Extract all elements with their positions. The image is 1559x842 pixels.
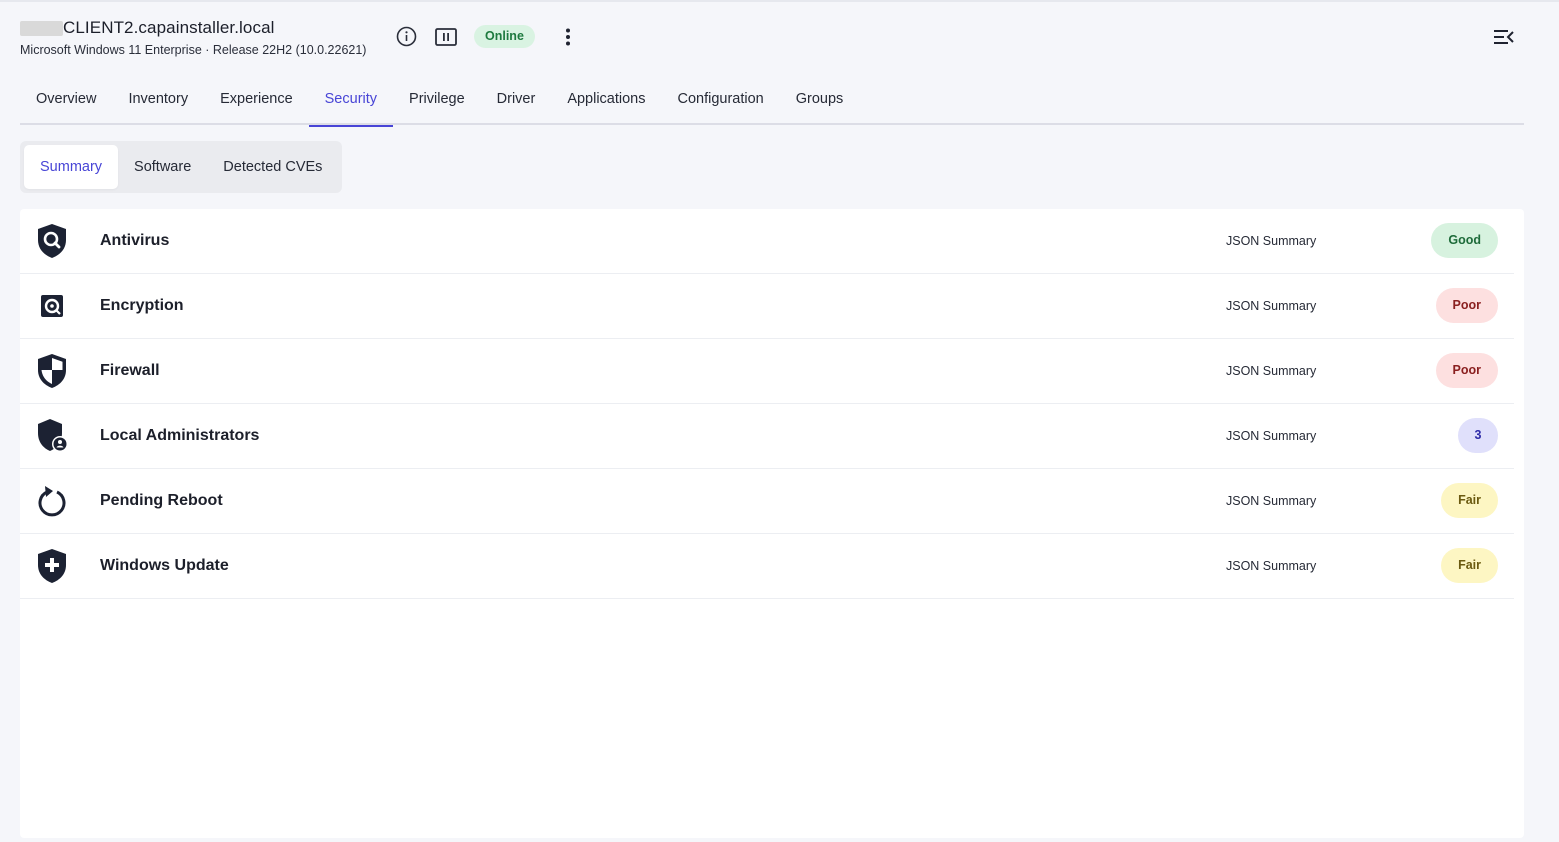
tab-inventory[interactable]: Inventory	[112, 80, 204, 125]
collapse-panel-icon[interactable]	[1492, 27, 1516, 47]
count-badge: 3	[1458, 418, 1498, 453]
item-label: Firewall	[100, 362, 160, 379]
status-badge: Poor	[1435, 288, 1498, 323]
json-summary-link[interactable]: JSON Summary	[1226, 339, 1316, 403]
disk-encryption-icon	[36, 287, 68, 325]
header-actions: Online	[395, 25, 579, 48]
tab-privilege[interactable]: Privilege	[393, 80, 481, 125]
tab-configuration[interactable]: Configuration	[662, 80, 780, 125]
list-item-encryption[interactable]: Encryption JSON Summary Poor	[20, 274, 1514, 339]
status-badge: Fair	[1441, 548, 1498, 583]
list-item-antivirus[interactable]: Antivirus JSON Summary Good	[20, 209, 1514, 274]
admin-shield-user-icon	[36, 417, 68, 455]
status-badge: Good	[1431, 223, 1498, 258]
windows-update-shield-plus-icon	[36, 547, 68, 585]
item-label: Pending Reboot	[100, 492, 223, 509]
list-item-windows-update[interactable]: Windows Update JSON Summary Fair	[20, 534, 1514, 599]
subtab-summary[interactable]: Summary	[24, 145, 119, 189]
json-summary-link[interactable]: JSON Summary	[1226, 469, 1316, 533]
json-summary-link[interactable]: JSON Summary	[1226, 274, 1316, 338]
antivirus-shield-search-icon	[36, 222, 68, 260]
firewall-shield-icon	[36, 352, 68, 390]
security-list: Antivirus JSON Summary Good Encryption J…	[20, 209, 1514, 599]
item-label: Windows Update	[100, 557, 229, 574]
json-summary-link[interactable]: JSON Summary	[1226, 534, 1316, 598]
top-border	[0, 0, 1559, 2]
tab-overview[interactable]: Overview	[20, 80, 112, 125]
security-summary-card: Antivirus JSON Summary Good Encryption J…	[20, 209, 1524, 838]
list-item-local-administrators[interactable]: Local Administrators JSON Summary 3	[20, 404, 1514, 469]
info-icon[interactable]	[395, 26, 417, 48]
more-options-icon[interactable]	[557, 26, 579, 48]
tab-groups[interactable]: Groups	[780, 80, 860, 125]
list-item-firewall[interactable]: Firewall JSON Summary Poor	[20, 339, 1514, 404]
device-header: CLIENT2.capainstaller.local Microsoft Wi…	[20, 17, 366, 57]
tab-security[interactable]: Security	[308, 80, 394, 127]
item-label: Antivirus	[100, 232, 170, 249]
subtab-detected-cves[interactable]: Detected CVEs	[207, 145, 338, 189]
tab-applications[interactable]: Applications	[551, 80, 661, 125]
status-badge: Fair	[1441, 483, 1498, 518]
sub-tabs: Summary Software Detected CVEs	[20, 141, 343, 193]
device-title: CLIENT2.capainstaller.local	[63, 18, 275, 37]
status-badge: Online	[474, 25, 535, 48]
list-item-pending-reboot[interactable]: Pending Reboot JSON Summary Fair	[20, 469, 1514, 534]
main-tabs: Overview Inventory Experience Security P…	[20, 80, 1524, 127]
os-info: Microsoft Windows 11 Enterprise · Releas…	[20, 43, 367, 57]
status-badge: Poor	[1435, 353, 1498, 388]
pause-icon[interactable]	[435, 26, 457, 48]
tab-experience[interactable]: Experience	[204, 80, 309, 125]
reboot-arrow-icon	[36, 482, 68, 520]
json-summary-link[interactable]: JSON Summary	[1226, 209, 1316, 273]
redacted-text	[20, 20, 63, 36]
item-label: Encryption	[100, 297, 184, 314]
item-label: Local Administrators	[100, 427, 260, 444]
json-summary-link[interactable]: JSON Summary	[1226, 404, 1316, 468]
tab-driver[interactable]: Driver	[481, 80, 552, 125]
subtab-software[interactable]: Software	[118, 145, 207, 189]
